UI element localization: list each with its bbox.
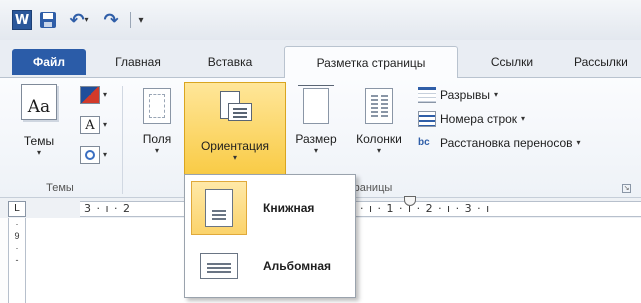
line-numbers-icon	[418, 111, 436, 127]
ruler-right-marks: · ı · 1 · ı · 2 · ı · 3 · ı	[360, 202, 491, 215]
landscape-page-icon	[200, 253, 238, 279]
group-divider	[122, 86, 123, 194]
vertical-ruler-mark: ·	[15, 243, 19, 253]
theme-colors-button[interactable]	[80, 86, 100, 104]
portrait-page-icon	[205, 189, 233, 227]
chevron-down-icon: ▾	[576, 138, 581, 147]
tab-home[interactable]: Главная	[100, 49, 176, 75]
chevron-down-icon: ▾	[84, 15, 89, 24]
landscape-label: Альбомная	[263, 259, 332, 273]
columns-button[interactable]: Колонки ▾	[346, 88, 412, 156]
breaks-icon	[418, 87, 436, 103]
dialog-launcher-icon[interactable]: ↘	[622, 184, 631, 193]
vertical-ruler-mark: ·	[15, 219, 19, 229]
fonts-icon: A	[85, 117, 95, 133]
hyphenation-icon: bc	[418, 137, 430, 148]
redo-icon: ↷	[103, 9, 119, 30]
size-button[interactable]: Размер ▾	[290, 85, 342, 156]
chevron-down-icon: ▾	[154, 146, 159, 155]
ribbon-tabs: Файл Главная Вставка Разметка страницы С…	[0, 40, 641, 79]
vertical-ruler-mark: -	[15, 255, 19, 265]
tab-insert[interactable]: Вставка	[188, 49, 272, 75]
chevron-down-icon: ▾	[103, 150, 108, 159]
portrait-icon-wrap	[191, 181, 247, 235]
orientation-portrait-option[interactable]: Книжная	[191, 181, 351, 235]
columns-label: Колонки	[356, 132, 402, 146]
chevron-down-icon: ▾	[313, 146, 318, 155]
theme-fonts-button[interactable]: A	[80, 116, 100, 134]
quick-access-toolbar: W ↶ ▾ ↷ ▾	[0, 0, 641, 40]
customize-toolbar-button[interactable]: ▾	[134, 10, 148, 30]
orientation-landscape-option[interactable]: Альбомная	[191, 239, 351, 293]
toolbar-divider	[130, 12, 131, 28]
margins-icon	[143, 88, 171, 124]
redo-button[interactable]: ↷	[100, 10, 122, 30]
tab-file[interactable]: Файл	[12, 49, 86, 75]
chevron-down-icon: ▾	[138, 14, 144, 26]
vertical-ruler[interactable]: · 9 · -	[8, 218, 26, 303]
orientation-dropdown: Книжная Альбомная	[184, 174, 356, 298]
tab-page-layout[interactable]: Разметка страницы	[284, 46, 458, 79]
columns-icon	[365, 88, 393, 124]
breaks-button[interactable]: Разрывы ▾	[418, 84, 498, 106]
margins-label: Поля	[142, 132, 172, 146]
group-label-themes: Темы	[46, 182, 74, 194]
themes-button[interactable]: Aa Темы ▾	[12, 84, 66, 158]
chevron-down-icon: ▾	[232, 153, 237, 162]
size-icon	[298, 85, 334, 124]
portrait-label: Книжная	[263, 201, 315, 215]
breaks-label: Разрывы	[440, 88, 490, 102]
hyphenation-label: Расстановка переносов	[440, 136, 573, 150]
save-icon	[40, 12, 56, 28]
tab-selector-button[interactable]: L	[8, 201, 26, 217]
word-app-icon[interactable]: W	[12, 10, 32, 30]
chevron-down-icon: ▾	[376, 146, 381, 155]
hyphenation-button[interactable]: bc Расстановка переносов ▾	[418, 132, 581, 154]
ruler-left-marks: 3 · ı · 2	[84, 202, 132, 215]
line-numbers-button[interactable]: Номера строк ▾	[418, 108, 525, 130]
margins-button[interactable]: Поля ▾	[134, 88, 180, 156]
chevron-down-icon: ▾	[36, 148, 41, 157]
line-numbers-label: Номера строк	[440, 112, 518, 126]
landscape-icon-wrap	[191, 239, 247, 293]
theme-effects-button[interactable]	[80, 146, 100, 164]
chevron-down-icon: ▾	[493, 90, 498, 99]
themes-icon: Aa	[21, 84, 57, 120]
effects-icon	[85, 150, 95, 160]
undo-button[interactable]: ↶ ▾	[64, 10, 94, 30]
orientation-icon	[218, 91, 252, 129]
orientation-button[interactable]: Ориентация ▾	[184, 82, 286, 186]
chevron-down-icon: ▾	[521, 114, 526, 123]
chevron-down-icon: ▾	[103, 120, 108, 129]
themes-label: Темы	[23, 134, 55, 148]
vertical-ruler-mark: 9	[14, 231, 20, 241]
undo-icon: ↶	[69, 9, 85, 30]
tab-mailings[interactable]: Рассылки	[566, 49, 641, 75]
size-label: Размер	[295, 132, 337, 146]
horizontal-ruler[interactable]: 3 · ı · 2 · ı · 1 · ı · 2 · ı · 3 · ı	[80, 201, 641, 217]
chevron-down-icon: ▾	[103, 90, 108, 99]
save-button[interactable]	[38, 10, 58, 30]
orientation-label: Ориентация	[200, 139, 270, 153]
tab-references[interactable]: Ссылки	[470, 49, 554, 75]
